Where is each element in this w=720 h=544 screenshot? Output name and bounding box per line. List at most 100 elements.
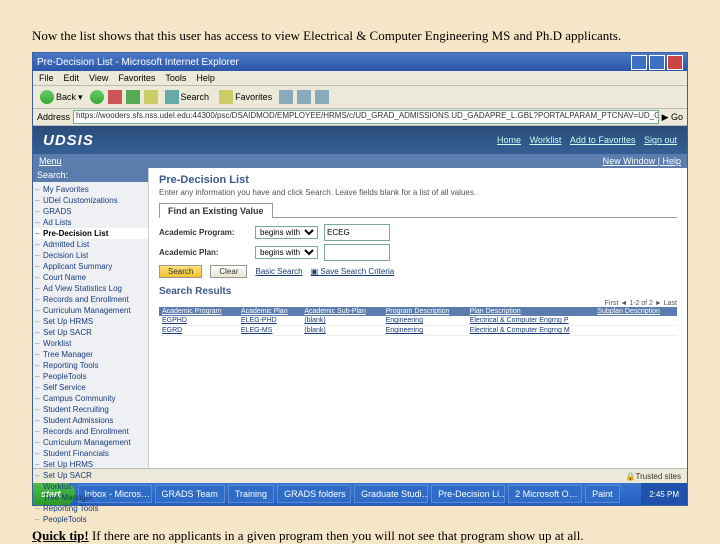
clear-button[interactable]: Clear bbox=[210, 265, 247, 278]
results-heading: Search Results bbox=[159, 286, 677, 297]
sidebar: Search: My FavoritesUDel CustomizationsG… bbox=[33, 168, 149, 468]
col-header[interactable]: Plan Description bbox=[467, 307, 595, 316]
taskbar-item[interactable]: Paint bbox=[585, 485, 620, 503]
taskbar-item[interactable]: GRADS Team bbox=[155, 485, 225, 503]
link-help[interactable]: Help bbox=[662, 156, 681, 166]
sidebar-item[interactable]: PeopleTools bbox=[33, 514, 148, 525]
menu-label: Menu bbox=[39, 156, 62, 166]
col-header[interactable]: Subplan Description bbox=[594, 307, 677, 316]
col-header[interactable]: Academic Sub-Plan bbox=[301, 307, 382, 316]
star-icon bbox=[219, 90, 233, 104]
sidebar-item[interactable]: Curriculum Management bbox=[33, 437, 148, 448]
sidebar-item[interactable]: Ad View Statistics Log bbox=[33, 283, 148, 294]
menu-tools[interactable]: Tools bbox=[165, 73, 186, 83]
sidebar-item[interactable]: Tree Manager bbox=[33, 492, 148, 503]
sidebar-item[interactable]: Court Name bbox=[33, 272, 148, 283]
forward-button[interactable] bbox=[90, 90, 104, 104]
sidebar-item[interactable]: Student Recruiting bbox=[33, 404, 148, 415]
go-button[interactable]: ▶ Go bbox=[662, 112, 683, 123]
sidebar-item[interactable]: Student Admissions bbox=[33, 415, 148, 426]
sidebar-item[interactable]: Set Up SACR bbox=[33, 327, 148, 338]
home-icon[interactable] bbox=[144, 90, 158, 104]
menu-edit[interactable]: Edit bbox=[64, 73, 80, 83]
back-icon bbox=[40, 90, 54, 104]
app-header: UDSIS Home Worklist Add to Favorites Sig… bbox=[33, 126, 687, 154]
op-acad-plan[interactable]: begins with bbox=[255, 246, 318, 259]
sidebar-list: My FavoritesUDel CustomizationsGRADS Ad … bbox=[33, 182, 148, 527]
sidebar-item[interactable]: PeopleTools bbox=[33, 371, 148, 382]
link-signout[interactable]: Sign out bbox=[644, 135, 677, 145]
taskbar-item[interactable]: 2 Microsoft O… bbox=[508, 485, 582, 503]
menu-view[interactable]: View bbox=[89, 73, 108, 83]
sidebar-item[interactable]: Worklist bbox=[33, 481, 148, 492]
sidebar-item[interactable]: Pre-Decision List bbox=[33, 228, 148, 239]
table-row[interactable]: EGRDELEG-MS(blank)EngineeringElectrical … bbox=[159, 326, 677, 336]
input-acad-program[interactable] bbox=[324, 224, 390, 241]
sidebar-item[interactable]: Tree Manager bbox=[33, 349, 148, 360]
minimize-button[interactable] bbox=[631, 55, 647, 70]
sidebar-item[interactable]: Self Service bbox=[33, 382, 148, 393]
col-header[interactable]: Program Description bbox=[383, 307, 467, 316]
col-header[interactable]: Academic Program bbox=[159, 307, 238, 316]
link-save-criteria[interactable]: ▣ Save Search Criteria bbox=[311, 267, 395, 276]
sidebar-item[interactable]: Campus Community bbox=[33, 393, 148, 404]
taskbar-item[interactable]: GRADS folders bbox=[277, 485, 351, 503]
label-acad-program: Academic Program: bbox=[159, 228, 249, 237]
page-title: Pre-Decision List bbox=[159, 174, 677, 186]
col-header[interactable]: Academic Plan bbox=[238, 307, 301, 316]
tab-find[interactable]: Find an Existing Value bbox=[159, 203, 273, 218]
history-icon[interactable] bbox=[279, 90, 293, 104]
sidebar-item[interactable]: Curriculum Management bbox=[33, 305, 148, 316]
link-worklist[interactable]: Worklist bbox=[530, 135, 562, 145]
mail-icon[interactable] bbox=[297, 90, 311, 104]
sidebar-item[interactable]: UDel Customizations bbox=[33, 195, 148, 206]
link-basic-search[interactable]: Basic Search bbox=[255, 267, 302, 276]
results-pager[interactable]: First ◄ 1-2 of 2 ► Last bbox=[159, 300, 677, 307]
print-icon[interactable] bbox=[315, 90, 329, 104]
op-acad-program[interactable]: begins with bbox=[255, 226, 318, 239]
search-label: Search: bbox=[33, 168, 148, 182]
caption-top: Now the list shows that this user has ac… bbox=[32, 28, 688, 44]
input-acad-plan[interactable] bbox=[324, 244, 390, 261]
sidebar-item[interactable]: Decision List bbox=[33, 250, 148, 261]
sidebar-item[interactable]: Records and Enrollment bbox=[33, 294, 148, 305]
sidebar-item[interactable]: Admitted List bbox=[33, 239, 148, 250]
sidebar-item[interactable]: Set Up HRMS bbox=[33, 459, 148, 470]
search-button[interactable]: Search bbox=[162, 89, 213, 105]
sidebar-item[interactable]: Worklist bbox=[33, 338, 148, 349]
taskbar-item[interactable]: Training bbox=[228, 485, 274, 503]
sidebar-item[interactable]: Student Financials bbox=[33, 448, 148, 459]
table-row[interactable]: EGPHDELEG-PHD(blank)EngineeringElectrica… bbox=[159, 316, 677, 326]
sidebar-item[interactable]: Reporting Tools bbox=[33, 503, 148, 514]
sidebar-item[interactable]: Reporting Tools bbox=[33, 360, 148, 371]
system-tray[interactable]: 2:45 PM bbox=[641, 483, 687, 505]
link-add-favorites[interactable]: Add to Favorites bbox=[570, 135, 636, 145]
sidebar-item[interactable]: Set Up SACR bbox=[33, 470, 148, 481]
sidebar-item[interactable]: My Favorites bbox=[33, 184, 148, 195]
menubar: File Edit View Favorites Tools Help bbox=[33, 71, 687, 86]
sidebar-item[interactable]: Ad Lists bbox=[33, 217, 148, 228]
browser-window: Pre-Decision List - Microsoft Internet E… bbox=[32, 52, 688, 506]
sidebar-item[interactable]: Set Up HRMS bbox=[33, 316, 148, 327]
back-button[interactable]: Back ▾ bbox=[37, 89, 86, 105]
close-button[interactable] bbox=[667, 55, 683, 70]
taskbar-item[interactable]: Pre-Decision Li… bbox=[431, 485, 505, 503]
stop-icon[interactable] bbox=[108, 90, 122, 104]
refresh-icon[interactable] bbox=[126, 90, 140, 104]
menu-favorites[interactable]: Favorites bbox=[118, 73, 155, 83]
menu-help[interactable]: Help bbox=[196, 73, 215, 83]
favorites-button[interactable]: Favorites bbox=[216, 89, 275, 105]
maximize-button[interactable] bbox=[649, 55, 665, 70]
link-newwindow[interactable]: New Window bbox=[603, 156, 656, 166]
search-icon bbox=[165, 90, 179, 104]
search-button[interactable]: Search bbox=[159, 265, 202, 278]
results-table: Academic ProgramAcademic PlanAcademic Su… bbox=[159, 307, 677, 336]
sidebar-item[interactable]: Records and Enrollment bbox=[33, 426, 148, 437]
taskbar-item[interactable]: Graduate Studi… bbox=[354, 485, 428, 503]
sidebar-item[interactable]: GRADS bbox=[33, 206, 148, 217]
menu-file[interactable]: File bbox=[39, 73, 54, 83]
link-home[interactable]: Home bbox=[497, 135, 521, 145]
zone-icon: 🔒 bbox=[626, 472, 636, 481]
sidebar-item[interactable]: Applicant Summary bbox=[33, 261, 148, 272]
address-input[interactable]: https://wooders.sfs.nss.udel.edu:44300/p… bbox=[73, 110, 659, 124]
